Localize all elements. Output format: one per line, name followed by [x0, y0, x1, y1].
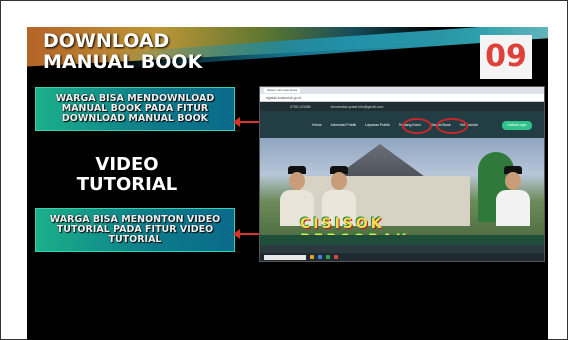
- taskbar-folder-icon: [310, 255, 314, 259]
- info-phone: 0755-123456: [290, 104, 311, 109]
- taskbar-app-icon: [334, 255, 338, 259]
- official-portrait-3: [496, 164, 530, 226]
- hero-banner-text: CISISOK BERSORAK: [300, 216, 406, 248]
- manual-book-callout-text: WARGA BISA MENDOWNLOAD MANUAL BOOK PADA …: [55, 93, 215, 124]
- hero-image: CISISOK BERSORAK: [260, 138, 544, 248]
- video-tutorial-heading: VIDEO TUTORIAL: [68, 155, 186, 195]
- site-navbar: Home Informasi Publik Layanan Publik Ten…: [260, 111, 544, 139]
- website-screenshot: Sistem Informasi Desa sigalak.kotasolok.…: [259, 86, 545, 262]
- slide-title: DOWNLOAD MANUAL BOOK: [43, 31, 202, 73]
- site-info-bar: 0755-123456 kecamatan.pusat.info@gmail.c…: [260, 102, 544, 111]
- manual-arrow-head: [233, 117, 240, 127]
- taskbar-edge-icon: [318, 255, 322, 259]
- slide-number: 09: [480, 35, 532, 79]
- nav-home: Home: [312, 123, 322, 127]
- video-tutorial-highlight: [436, 118, 468, 134]
- video-line-2: TUTORIAL: [76, 174, 178, 195]
- manual-book-highlight: [402, 118, 432, 134]
- video-tutorial-callout-text: WARGA BISA MENONTON VIDEO TUTORIAL PADA …: [49, 214, 221, 245]
- nav-layanan-publik: Layanan Publik: [365, 123, 390, 127]
- windows-taskbar: [260, 253, 544, 261]
- taskbar-chrome-icon: [326, 255, 330, 259]
- video-line-1: VIDEO: [95, 154, 159, 175]
- browser-tab-bar: Sistem Informasi Desa: [260, 87, 544, 94]
- hero-footer-bar: [260, 235, 544, 245]
- nav-login-button: Daftar/Login: [502, 121, 532, 130]
- manual-book-callout: WARGA BISA MENDOWNLOAD MANUAL BOOK PADA …: [35, 87, 235, 131]
- taskbar-search: [264, 254, 306, 260]
- title-line-2: MANUAL BOOK: [43, 51, 203, 73]
- presentation-slide: DOWNLOAD MANUAL BOOK 09 WARGA BISA MENDO…: [27, 27, 548, 340]
- nav-informasi-publik: Informasi Publik: [330, 123, 357, 127]
- browser-tab: Sistem Informasi Desa: [264, 88, 301, 93]
- title-line-1: DOWNLOAD: [43, 30, 170, 52]
- video-tutorial-callout: WARGA BISA MENONTON VIDEO TUTORIAL PADA …: [35, 208, 235, 252]
- video-arrow-head: [233, 229, 240, 239]
- browser-address-bar: sigalak.kotasolok.go.id: [260, 94, 544, 102]
- info-email: kecamatan.pusat.info@gmail.com: [330, 104, 384, 109]
